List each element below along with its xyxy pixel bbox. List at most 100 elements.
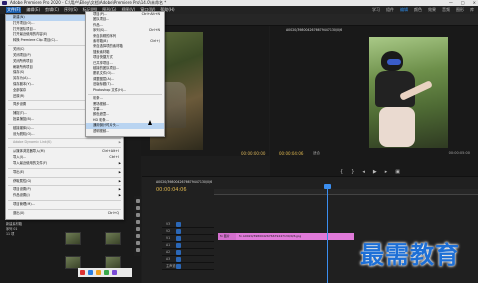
menu-item-label: 关闭(C)	[13, 47, 25, 52]
hand-tool-icon[interactable]	[136, 241, 140, 245]
menu-3[interactable]: 序列(S)	[64, 7, 78, 13]
submenu-arrow-icon: ▶	[118, 193, 121, 198]
track-header[interactable]: A2	[162, 249, 214, 256]
menu-item[interactable]: 透明视频...	[86, 129, 164, 134]
mark-in-icon[interactable]: {	[340, 169, 343, 175]
track-name: V2	[166, 229, 171, 233]
menu-item-label: 刷新所有项目	[13, 64, 33, 69]
menu-item[interactable]: 作品设置(J) ▶	[6, 193, 123, 199]
track-name: A2	[166, 250, 171, 254]
timeline-tab[interactable]: A0020/3980042676679447130/0/6	[156, 180, 212, 184]
menu-item[interactable]: Adobe Dynamic Link(K) ▶	[6, 140, 123, 146]
menu-item-label: 关闭所有项目	[13, 58, 33, 63]
track-header[interactable]: V2	[162, 228, 214, 235]
track-target-icon[interactable]	[176, 222, 181, 227]
timeline-clip-a[interactable]: fx 图片	[218, 233, 236, 240]
track-target-icon[interactable]	[176, 250, 181, 255]
submenu-arrow-icon: ▶	[118, 160, 121, 165]
selection-tool-icon[interactable]	[136, 199, 140, 203]
program-timecode[interactable]: 00:00:04:06	[279, 151, 303, 156]
track-header[interactable]: 主声道	[162, 263, 214, 270]
menu-item-label: 颜色遮罩...	[93, 112, 110, 117]
menu-separator	[8, 167, 121, 169]
menu-item-label: 同步设置	[13, 102, 27, 107]
type-tool-icon[interactable]	[136, 248, 140, 252]
menu-item[interactable]: 项目管理(M)...	[6, 202, 123, 208]
app-icon[interactable]	[104, 270, 109, 275]
track-header[interactable]: V1	[162, 235, 214, 242]
slip-tool-icon[interactable]	[136, 227, 140, 231]
program-monitor-tab[interactable]: A0020/3980042676679447130/0/6	[286, 28, 342, 32]
menu-item[interactable]: Photoshop 文件(H)...	[86, 88, 164, 93]
menu-2[interactable]: 剪辑(C)	[45, 7, 59, 13]
menu-item-label: Adobe Dynamic Link(K)	[13, 140, 52, 145]
mark-out-icon[interactable]: }	[351, 169, 354, 175]
track-target-icon[interactable]	[176, 229, 181, 234]
app-icon[interactable]	[96, 270, 101, 275]
track-target-icon[interactable]	[176, 264, 181, 269]
submenu-arrow-icon: ▶	[118, 178, 121, 183]
menu-item-label: 获取属性(G)	[13, 178, 32, 183]
workspace-tab[interactable]: 效果	[428, 7, 436, 13]
menu-item[interactable]: 导出(E) ▶	[6, 170, 123, 176]
razor-tool-icon[interactable]	[136, 220, 140, 224]
workspace-tab[interactable]: 库	[470, 7, 474, 13]
track-name: 主声道	[166, 264, 176, 268]
menu-item[interactable]: 获取属性(G) ▶	[6, 179, 123, 185]
submenu-arrow-icon: ▶	[118, 169, 121, 174]
menu-separator	[8, 138, 121, 140]
menu-item-label: 项目(P)...	[93, 12, 108, 16]
menu-item-label: 字幕...	[93, 106, 103, 111]
workspace-tab[interactable]: 组件	[386, 7, 394, 13]
app-icon[interactable]	[112, 270, 117, 275]
track-target-icon[interactable]	[176, 243, 181, 248]
project-item-count: 11 项	[6, 232, 15, 236]
playhead[interactable]	[324, 184, 331, 283]
timeline-clip-b[interactable]: fx A0020/3980042676679447130/0/6.jpg	[236, 233, 354, 240]
workspace-tab[interactable]: 颜色	[414, 7, 422, 13]
track-header[interactable]: A1	[162, 242, 214, 249]
menu-1[interactable]: 编辑(E)	[26, 7, 40, 13]
premiere-window: Adobe Premiere Pro 2020 - C:\用户\Elley\文档…	[0, 0, 478, 283]
watermark-logo: 最需教育	[360, 240, 460, 269]
step-back-icon[interactable]: ◂	[362, 169, 365, 175]
workspace-tab[interactable]: 图形	[456, 7, 464, 13]
track-target-icon[interactable]	[176, 236, 181, 241]
menu-item[interactable]: 导入最近使用的文件(F) ▶	[6, 161, 123, 167]
app-icon[interactable]	[80, 270, 85, 275]
tools-panel	[134, 196, 142, 256]
track-header[interactable]: V3	[162, 221, 214, 228]
workspace-tab[interactable]: 学习	[372, 7, 380, 13]
menu-item-label: 捕捉(T)...	[13, 111, 28, 116]
menu-item-label: 项目设置(P)	[13, 187, 31, 192]
menu-item-label: 素材箱(B)	[93, 39, 108, 44]
app-icon[interactable]	[88, 270, 93, 275]
track-select-icon[interactable]	[136, 206, 140, 210]
play-icon[interactable]: ▶	[373, 169, 377, 175]
clip-thumbnail[interactable]	[65, 232, 81, 245]
menu-item[interactable]: 退出(X) Ctrl+Q	[6, 211, 123, 217]
track-header[interactable]: A3	[162, 256, 214, 263]
menu-0[interactable]: 文件(F)	[6, 7, 22, 13]
program-duration: 00:00:05:00	[448, 151, 470, 155]
time-ruler[interactable]	[214, 189, 478, 195]
menu-item-label: HD 彩条...	[93, 117, 109, 122]
fit-select[interactable]: 适合	[313, 151, 320, 156]
export-frame-icon[interactable]: ▣	[395, 169, 400, 175]
pen-tool-icon[interactable]	[136, 234, 140, 238]
track-target-icon[interactable]	[176, 257, 181, 262]
menu-item-label: 脱机文件(O)...	[93, 71, 115, 76]
clip-thumbnail[interactable]	[105, 232, 121, 245]
submenu-arrow-icon: ▶	[118, 140, 121, 145]
menu-item-label: 导入(I)...	[13, 155, 27, 160]
workspace-tab[interactable]: 音频	[442, 7, 450, 13]
visor-shape	[387, 59, 401, 65]
workspace-tab[interactable]: 编辑	[400, 7, 408, 13]
mouse-pointer-icon	[148, 120, 152, 125]
menu-separator	[88, 94, 162, 96]
timeline-timecode[interactable]: 00:00:04:06	[156, 187, 187, 193]
ripple-edit-icon[interactable]	[136, 213, 140, 217]
menu-item-label: 作品设置(J)	[13, 193, 30, 198]
workspace-tabs: 学习 组件 编辑 颜色 效果 音频 图形库	[372, 6, 474, 14]
step-forward-icon[interactable]: ▸	[385, 169, 388, 175]
